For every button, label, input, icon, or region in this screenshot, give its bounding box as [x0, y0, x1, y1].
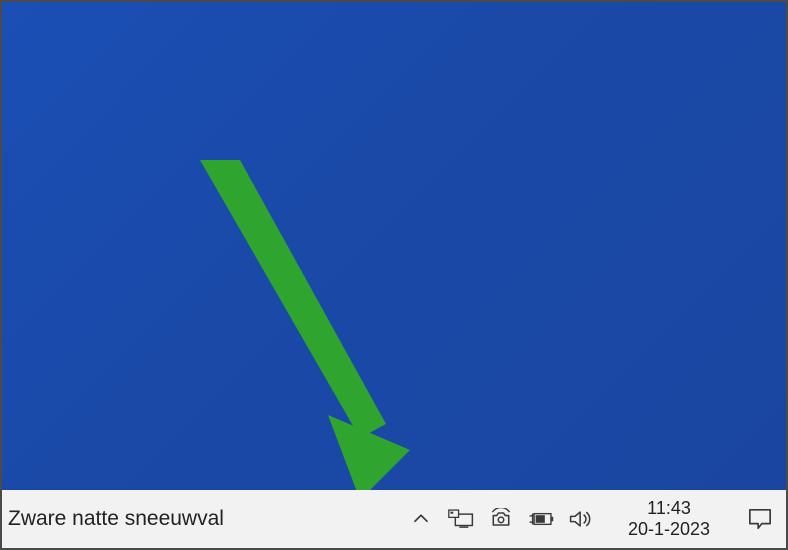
action-center-icon [747, 507, 773, 531]
volume-button[interactable] [568, 506, 594, 532]
weather-text: Zware natte sneeuwval [8, 507, 224, 531]
volume-icon [568, 508, 594, 530]
clock-button[interactable]: 11:43 20-1-2023 [608, 498, 730, 539]
battery-charging-icon [528, 509, 554, 529]
clock-time: 11:43 [647, 498, 691, 519]
annotation-arrow [200, 160, 410, 500]
network-status-button[interactable] [448, 506, 474, 532]
taskbar: Zware natte sneeuwval [2, 490, 786, 548]
show-hidden-icons-button[interactable] [408, 506, 434, 532]
network-monitor-icon [448, 508, 474, 530]
camera-status-button[interactable] [488, 506, 514, 532]
clock-date: 20-1-2023 [628, 519, 710, 540]
action-center-button[interactable] [744, 503, 776, 535]
desktop-area: Zware natte sneeuwval [0, 0, 788, 550]
chevron-up-icon [412, 510, 430, 528]
weather-widget[interactable]: Zware natte sneeuwval [2, 490, 224, 548]
camera-icon [489, 508, 513, 530]
system-tray: 11:43 20-1-2023 [408, 490, 786, 548]
battery-status-button[interactable] [528, 506, 554, 532]
